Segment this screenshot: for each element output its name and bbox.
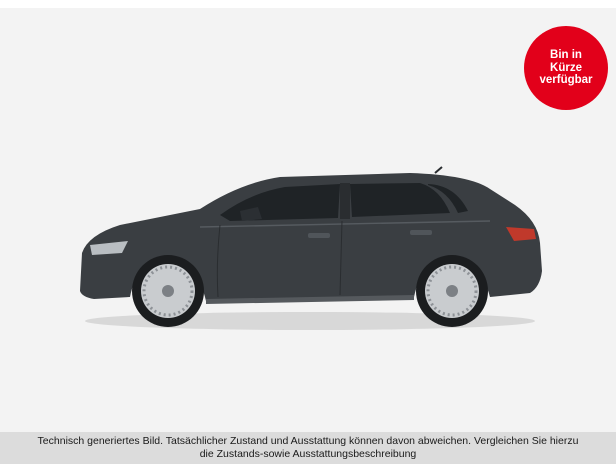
image-disclaimer: Technisch generiertes Bild. Tatsächliche…: [0, 432, 616, 464]
availability-badge: Bin in Kürze verfügbar: [524, 26, 608, 110]
vehicle-image-stage: Bin in Kürze verfügbar: [0, 8, 616, 432]
disclaimer-line-1: Technisch generiertes Bild. Tatsächliche…: [37, 435, 579, 447]
badge-line-1: Bin in: [550, 49, 582, 62]
car-wheel-front: [132, 255, 204, 327]
car-b-pillar: [340, 183, 350, 219]
badge-line-2: Kürze: [550, 61, 582, 74]
car-image: [80, 166, 542, 330]
disclaimer-line-2: die Zustands-sowie Ausstattungsbeschreib…: [199, 448, 417, 460]
car-wheel-rear: [416, 255, 488, 327]
badge-line-3: verfügbar: [539, 74, 593, 87]
